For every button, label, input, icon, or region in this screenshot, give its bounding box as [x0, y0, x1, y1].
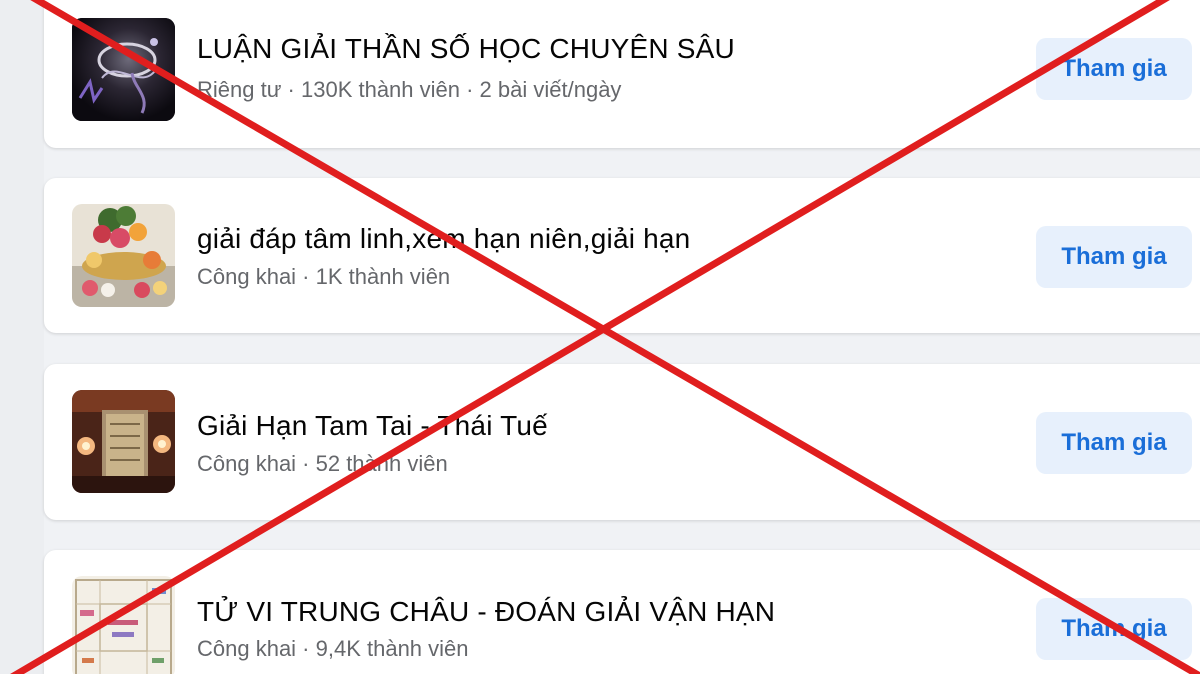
join-group-button[interactable]: Tham gia	[1036, 598, 1192, 660]
group-card[interactable]: Giải Hạn Tam Tai - Thái Tuế Công khai · …	[44, 364, 1200, 520]
group-meta-info: Riêng tư · 130K thành viên · 2 bài viết/…	[197, 77, 622, 102]
astrology-chart-avatar-graphic	[72, 576, 175, 674]
group-avatar-image[interactable]	[72, 576, 175, 674]
group-card[interactable]: TỬ VI TRUNG CHÂU - ĐOÁN GIẢI VẬN HẠN Côn…	[44, 550, 1200, 674]
group-title[interactable]: TỬ VI TRUNG CHÂU - ĐOÁN GIẢI VẬN HẠN	[197, 596, 775, 628]
group-meta-info: Công khai · 1K thành viên	[197, 264, 451, 289]
group-avatar-image[interactable]	[72, 390, 175, 493]
group-title[interactable]: Giải Hạn Tam Tai - Thái Tuế	[197, 410, 548, 442]
group-meta-info: Công khai · 52 thành viên	[197, 451, 448, 476]
join-group-button[interactable]: Tham gia	[1036, 38, 1192, 100]
left-edge-panel	[0, 0, 44, 674]
offering-avatar-graphic	[72, 204, 175, 307]
group-card[interactable]: LUẬN GIẢI THẦN SỐ HỌC CHUYÊN SÂU Riêng t…	[44, 0, 1200, 148]
altar-avatar-graphic	[72, 390, 175, 493]
group-title[interactable]: giải đáp tâm linh,xem hạn niên,giải hạn	[197, 223, 690, 255]
numerology-avatar-graphic	[72, 18, 175, 121]
group-avatar-image[interactable]	[72, 204, 175, 307]
join-group-button[interactable]: Tham gia	[1036, 412, 1192, 474]
group-card[interactable]: giải đáp tâm linh,xem hạn niên,giải hạn …	[44, 178, 1200, 333]
group-results-list: LUẬN GIẢI THẦN SỐ HỌC CHUYÊN SÂU Riêng t…	[0, 0, 1200, 674]
group-meta-info: Công khai · 9,4K thành viên	[197, 636, 469, 661]
group-avatar-image[interactable]	[72, 18, 175, 121]
group-title[interactable]: LUẬN GIẢI THẦN SỐ HỌC CHUYÊN SÂU	[197, 33, 735, 65]
join-group-button[interactable]: Tham gia	[1036, 226, 1192, 288]
